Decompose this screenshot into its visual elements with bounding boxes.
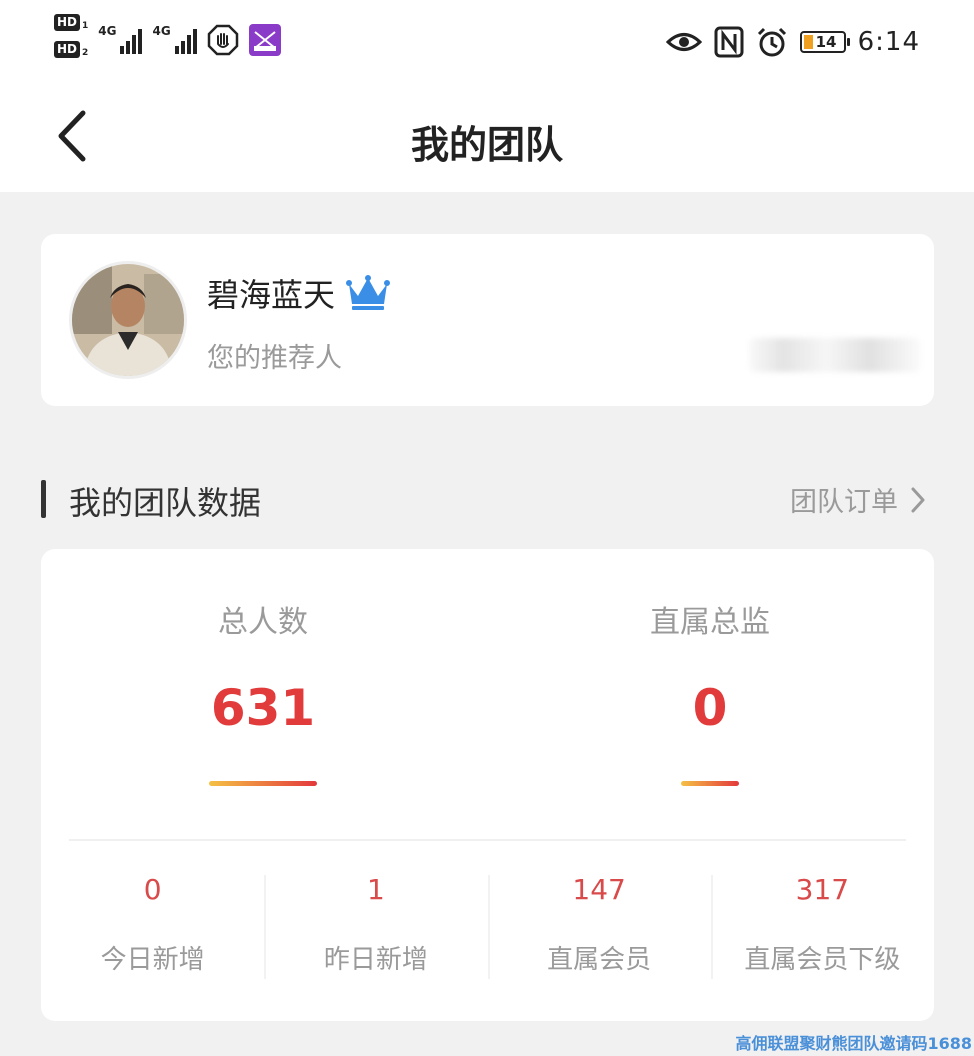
stat-direct-members[interactable]: 147 直属会员 [487,869,711,981]
profile-card: 碧海蓝天 您的推荐人 [41,234,934,406]
stat-label: 昨日新增 [323,945,428,975]
stat-value: 631 [210,679,316,737]
hand-icon [207,24,238,56]
watermark: 高佣联盟聚财熊团队邀请码1688 [735,1034,972,1053]
network-type: 4G [98,24,117,38]
signal-icon: 4G [152,14,197,54]
hd-indicators: HD 1 HD 2 [54,14,88,58]
nfc-icon [714,26,744,58]
stat-total-members[interactable]: 总人数 631 [133,597,393,786]
team-stats-card: 总人数 631 直属总监 0 0 今日新增 1 昨日新增 147 直属会员 31… [41,549,934,1021]
nav-bar: 我的团队 [0,96,974,180]
alarm-icon [757,27,786,57]
stat-value: 147 [572,873,626,906]
stat-new-today[interactable]: 0 今日新增 [41,869,264,981]
hd-badge: HD [54,41,81,58]
section-title: 我的团队数据 [69,484,262,522]
hd-badge: HD [54,14,81,31]
sim-slot: 1 [82,21,89,31]
stat-underline [681,781,739,786]
app-badge-icon [248,24,281,56]
eye-icon [665,33,702,51]
stat-value: 0 [143,873,162,906]
clock: 6:14 [857,27,920,57]
stat-value: 0 [692,679,728,737]
stat-label: 直属总监 [650,605,770,640]
stat-label: 直属会员 [547,945,652,975]
status-left: HD 1 HD 2 4G 4G [54,14,281,70]
referrer-label: 您的推荐人 [207,343,342,374]
stat-value: 1 [366,873,385,906]
stat-label: 总人数 [218,605,308,640]
stat-underline [209,781,317,786]
stat-value: 317 [795,873,850,906]
stat-label: 今日新增 [100,945,205,975]
status-right: 14 6:14 [665,24,920,60]
hd-sim2: HD 2 [54,41,88,58]
avatar[interactable] [69,261,187,379]
user-name-row: 碧海蓝天 [207,270,391,316]
stat-new-yesterday[interactable]: 1 昨日新增 [264,869,487,981]
battery-level [803,35,813,49]
divider [69,839,906,841]
user-name: 碧海蓝天 [207,276,336,314]
status-bar: HD 1 HD 2 4G 4G 14 6:14 [0,0,974,84]
crown-icon [346,275,391,310]
sim-slot: 2 [82,48,89,58]
hd-sim1: HD 1 [54,14,88,31]
team-orders-label: 团队订单 [790,487,898,518]
team-data-header: 我的团队数据 团队订单 [41,474,934,526]
stat-direct-member-subordinates[interactable]: 317 直属会员下级 [710,869,934,981]
section-accent-bar [41,480,46,518]
battery-icon: 14 [799,31,850,53]
chevron-right-icon [911,487,925,512]
secondary-stats: 0 今日新增 1 昨日新增 147 直属会员 317 直属会员下级 [41,869,934,981]
network-type: 4G [152,24,171,38]
page-title: 我的团队 [410,123,563,167]
battery-percent: 14 [815,33,837,51]
referrer-value-blurred [749,338,921,372]
avatar-image [72,264,184,376]
team-orders-link[interactable]: 团队订单 [790,480,926,519]
signal-icon: 4G [98,14,143,54]
stat-direct-directors[interactable]: 直属总监 0 [580,597,840,786]
stat-label: 直属会员下级 [744,945,901,975]
